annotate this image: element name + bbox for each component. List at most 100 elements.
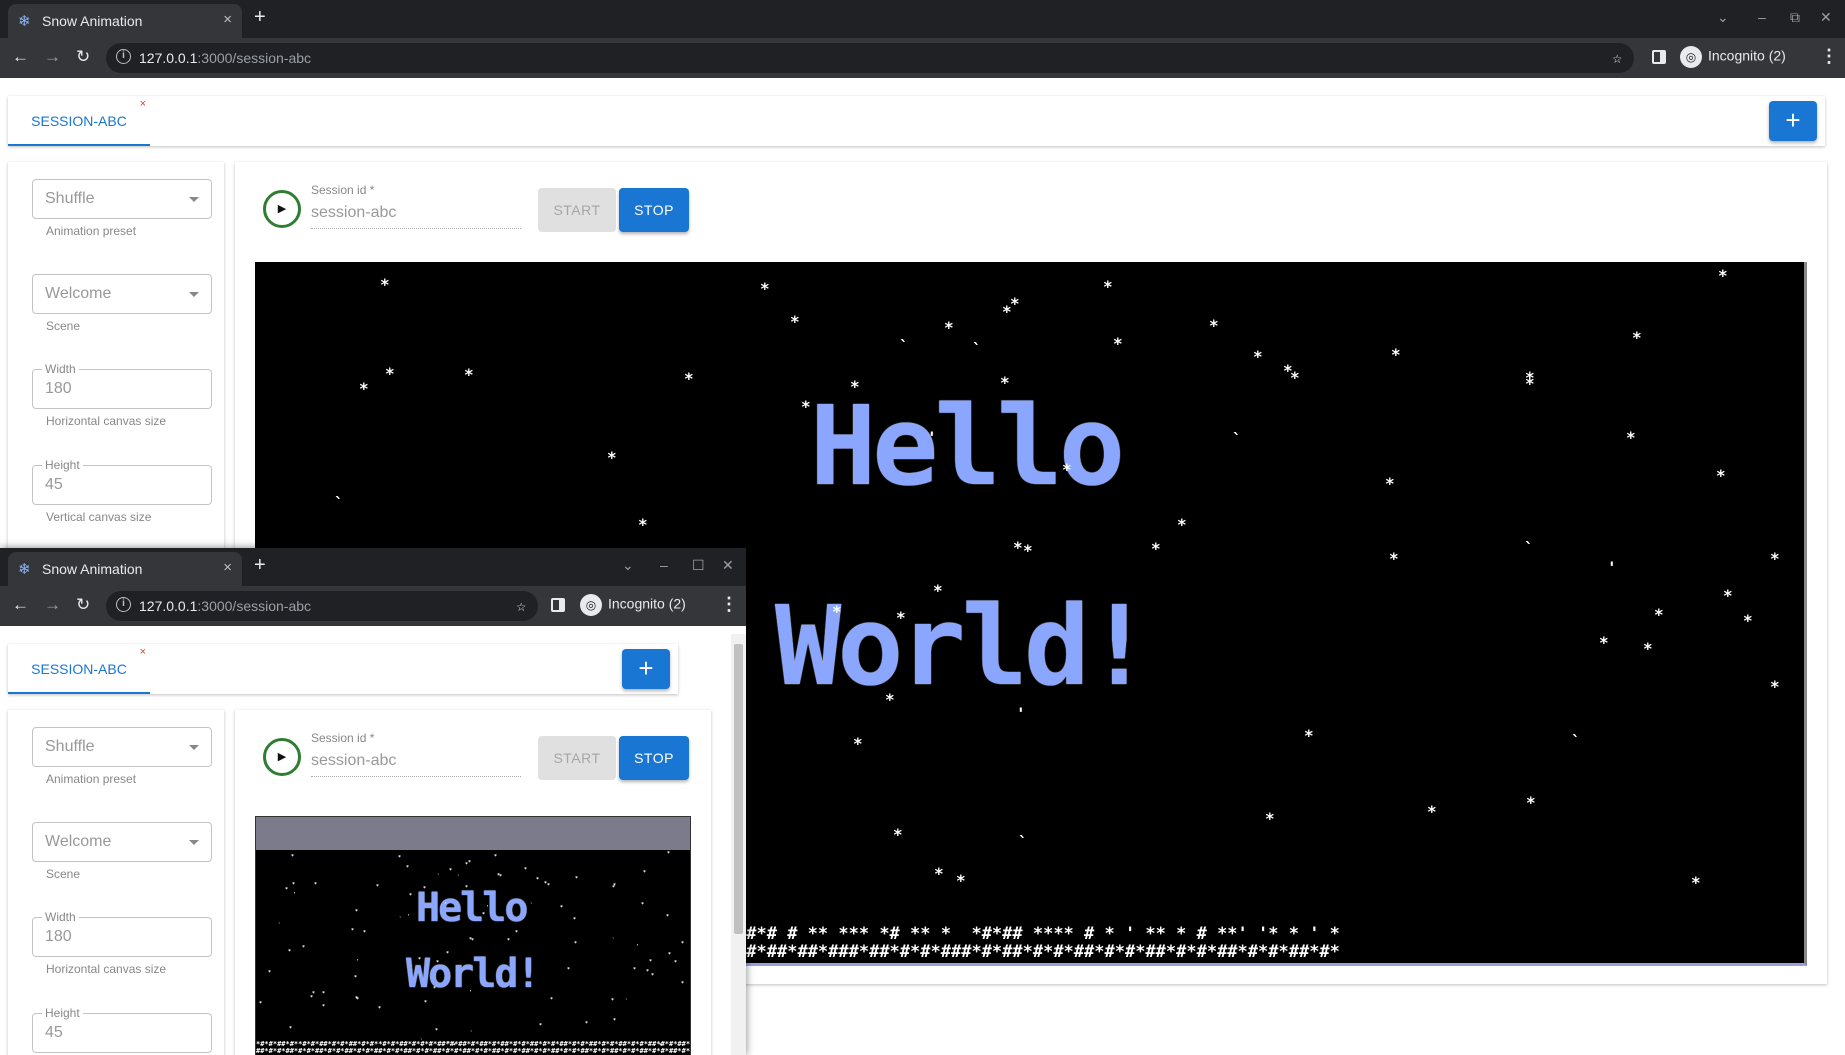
bookmark-star-icon[interactable]: ☆ [1612, 48, 1622, 67]
close-session-icon[interactable]: × [140, 98, 146, 110]
snowflake: * [550, 997, 554, 1003]
width-field[interactable]: Width 180 [32, 362, 212, 409]
start-button[interactable]: START [538, 736, 616, 780]
snow-ground: *#*#*##*#**#*#*##*#*#*##*#*#**#*#*##*#*#… [256, 1041, 690, 1055]
snowflake: * [585, 1021, 589, 1027]
snowflake: * [1770, 677, 1780, 696]
page-scrollbar[interactable] [731, 634, 746, 1055]
maximize-icon[interactable]: ☐ [692, 557, 705, 574]
scene-select[interactable]: Welcome [32, 274, 212, 314]
menu-icon[interactable]: ⋮ [720, 594, 738, 615]
snowflake: * [302, 945, 306, 951]
snowflake: * [850, 377, 860, 396]
snowflake: * [471, 938, 475, 944]
close-window-icon[interactable]: ✕ [1820, 9, 1832, 26]
play-status-icon[interactable]: ▶ [263, 738, 301, 776]
site-info-icon[interactable]: i [116, 597, 131, 612]
snowflake: * [612, 885, 616, 891]
close-window-icon[interactable]: ✕ [722, 557, 734, 574]
forward-icon[interactable]: → [44, 47, 61, 67]
side-panel-icon[interactable] [1652, 50, 1666, 64]
session-tab[interactable]: SESSION-ABC × [8, 644, 150, 694]
snowflake-icon: ❄ [18, 561, 31, 578]
reload-icon[interactable]: ↻ [76, 47, 90, 67]
height-field[interactable]: Height 45 [32, 458, 212, 505]
add-session-button[interactable]: + [622, 649, 670, 689]
tab-search-icon[interactable]: ⌄ [622, 557, 634, 574]
animation-preset-select[interactable]: Shuffle [32, 179, 212, 219]
snowflake: * [1632, 328, 1642, 347]
session-id-input[interactable]: session-abc [311, 752, 521, 777]
snowflake: * [1525, 374, 1535, 393]
minimize-icon[interactable]: – [660, 557, 668, 573]
snowflake: * [1290, 368, 1300, 387]
stop-button[interactable]: STOP [619, 188, 689, 232]
snowflake: * [646, 969, 650, 975]
scrollbar-thumb[interactable] [734, 644, 743, 934]
snowflake: ` [470, 1031, 474, 1037]
back-icon[interactable]: ← [12, 47, 29, 67]
snowflake: * [547, 883, 551, 889]
snowflake: * [649, 959, 653, 965]
snowflake: * [1391, 345, 1401, 364]
snowflake: ` [399, 917, 403, 923]
snowflake: ` [612, 938, 616, 944]
snowflake: * [464, 365, 474, 384]
side-panel-icon[interactable] [551, 598, 565, 612]
start-button[interactable]: START [538, 188, 616, 232]
preset-value: Shuffle [45, 738, 95, 755]
snowflake: * [1023, 541, 1033, 560]
snowflake: * [853, 734, 863, 753]
close-session-icon[interactable]: × [140, 646, 146, 658]
restore-icon[interactable]: ⧉ [1790, 9, 1800, 26]
snowflake: * [1770, 549, 1780, 568]
reload-icon[interactable]: ↻ [76, 595, 90, 615]
snowflake: * [607, 448, 617, 467]
snowflake: * [1304, 726, 1314, 745]
back-icon[interactable]: ← [12, 595, 29, 615]
scene-select[interactable]: Welcome [32, 822, 212, 862]
animation-preset-select[interactable]: Shuffle [32, 727, 212, 767]
site-info-icon[interactable]: i [116, 49, 131, 64]
address-bar[interactable]: i 127.0.0.1:3000/session-abc ☆ [106, 43, 1634, 73]
browser-tab[interactable]: ❄ Snow Animation × [8, 4, 242, 38]
session-id-input[interactable]: session-abc [311, 204, 521, 229]
snowflake: * [424, 1000, 428, 1006]
snowflake: * [934, 864, 944, 883]
snowflake: ` [278, 923, 282, 929]
session-id-label: Session id * [311, 731, 375, 745]
snowflake: * [801, 397, 811, 416]
snowflake: * [1113, 334, 1123, 353]
snowflake: ` [1571, 732, 1581, 751]
snowflake: * [681, 941, 685, 947]
forward-icon[interactable]: → [44, 595, 61, 615]
url-path: :3000/session-abc [197, 50, 312, 66]
session-tab[interactable]: SESSION-ABC × [8, 96, 150, 146]
width-field[interactable]: Width 180 [32, 910, 212, 957]
snowflake: * [449, 868, 453, 874]
address-bar-small[interactable]: i 127.0.0.1:3000/session-abc ☆ [106, 591, 538, 621]
new-tab-icon[interactable]: + [254, 6, 266, 29]
play-status-icon[interactable]: ▶ [263, 190, 301, 228]
menu-icon[interactable]: ⋮ [1820, 46, 1838, 67]
minimize-icon[interactable]: – [1758, 9, 1766, 25]
close-tab-icon[interactable]: × [223, 11, 232, 28]
add-session-button[interactable]: + [1769, 101, 1817, 141]
bookmark-star-icon[interactable]: ☆ [516, 596, 526, 615]
stop-button[interactable]: STOP [619, 736, 689, 780]
preset-value: Shuffle [45, 190, 95, 207]
browser-tab-small[interactable]: ❄ Snow Animation × [8, 552, 242, 586]
snowflake: ` [972, 340, 982, 359]
incognito-indicator[interactable]: ◎ Incognito (2) [1680, 46, 1786, 68]
snowflake: * [896, 608, 906, 627]
new-tab-icon[interactable]: + [254, 554, 266, 577]
tab-search-icon[interactable]: ⌄ [1717, 9, 1729, 26]
incognito-indicator[interactable]: ◎ Incognito (2) [580, 594, 686, 616]
close-tab-icon[interactable]: × [223, 559, 232, 576]
snowflake: * [643, 870, 647, 876]
snowflake: * [380, 275, 390, 294]
height-field[interactable]: Height 45 [32, 1006, 212, 1053]
url-host: 127.0.0.1 [139, 598, 198, 614]
snowflake: * [291, 854, 295, 860]
snowflake: ` [899, 337, 909, 356]
